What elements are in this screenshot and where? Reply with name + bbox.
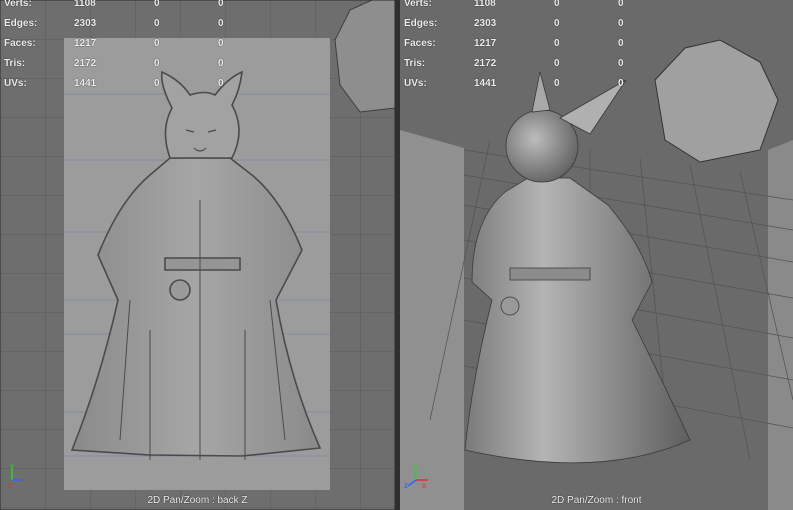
poly-count-hud-front: Verts: 1108 0 0 Edges: 2303 0 0 Faces: 1217 0 0 T… xyxy=(404,0,624,94)
stat-row-tris-front: Tris: 2172 0 0 xyxy=(404,58,624,69)
stat-row-tris: Tris: 2172 0 0 xyxy=(4,58,224,69)
stat-row-uvs-front: UVs: 1441 0 0 xyxy=(404,78,624,89)
svg-text:z: z xyxy=(8,481,12,488)
viewport-front[interactable]: Verts: 1108 0 0 Edges: 2303 0 0 Faces: 1217 0 0 T… xyxy=(400,0,793,510)
svg-text:y: y xyxy=(414,462,418,470)
rabbit-mesh-front[interactable] xyxy=(464,71,691,464)
back-reference-plane xyxy=(768,140,793,510)
svg-text:z: z xyxy=(404,481,408,488)
viewport-back-z[interactable]: Verts: 1108 0 0 Edges: 2303 0 0 Faces: 1217 0 0 T… xyxy=(0,0,395,510)
axis-gizmo-front-icon: y x z xyxy=(404,462,428,488)
viewport-caption-back: 2D Pan/Zoom : back Z xyxy=(147,495,248,506)
svg-text:y: y xyxy=(10,462,14,470)
stat-row-edges: Edges: 2303 0 0 xyxy=(4,18,224,29)
stat-row-faces: Faces: 1217 0 0 xyxy=(4,38,224,49)
poly-count-hud: Verts: 1108 0 0 Edges: 2303 0 0 Faces: 1217 0 0 T… xyxy=(4,0,224,94)
stat-row-edges-front: Edges: 2303 0 0 xyxy=(404,18,624,29)
axis-gizmo-icon: y z xyxy=(8,462,22,488)
stat-row-verts: Verts: 1108 0 0 xyxy=(4,0,224,9)
viewport-caption-front: 2D Pan/Zoom : front xyxy=(551,495,642,506)
side-reference-plane xyxy=(400,130,464,510)
partial-mesh-front xyxy=(654,39,779,163)
stat-row-faces-front: Faces: 1217 0 0 xyxy=(404,38,624,49)
svg-text:x: x xyxy=(422,481,426,488)
stat-row-uvs: UVs: 1441 0 0 xyxy=(4,78,224,89)
stat-row-verts-front: Verts: 1108 0 0 xyxy=(404,0,624,9)
